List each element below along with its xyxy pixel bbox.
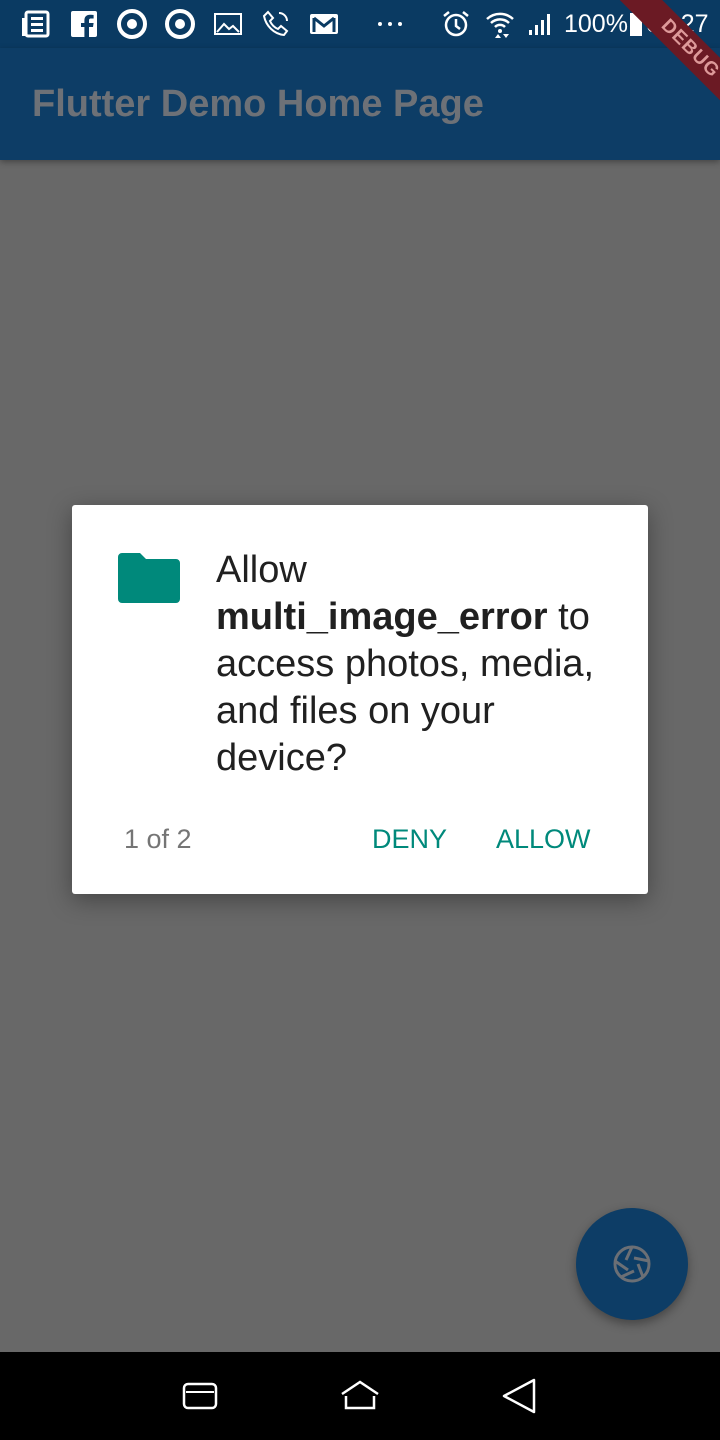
app-name: multi_image_error <box>216 596 548 638</box>
permission-dialog: Allow multi_image_error to access photos,… <box>72 505 648 894</box>
back-icon <box>502 1378 536 1414</box>
battery-percentage: 100% <box>564 10 628 38</box>
camera-fab[interactable] <box>576 1208 688 1320</box>
signal-icon <box>529 14 550 35</box>
camera-shutter-icon <box>613 1245 651 1283</box>
page-title: Flutter Demo Home Page <box>32 83 484 125</box>
back-button[interactable] <box>496 1372 544 1420</box>
news-icon <box>22 10 50 38</box>
dialog-message: Allow multi_image_error to access photos,… <box>216 547 626 782</box>
message-prefix: Allow <box>216 549 307 591</box>
status-bar: 100% 05:27 <box>0 0 720 48</box>
facebook-icon <box>71 11 97 38</box>
app-bar: Flutter Demo Home Page <box>0 48 720 160</box>
gmail-icon <box>310 14 338 34</box>
alarm-icon <box>443 11 469 37</box>
phone-icon <box>262 10 289 37</box>
more-icon <box>378 22 402 26</box>
permission-counter: 1 of 2 <box>124 824 192 854</box>
chrome-icon <box>117 9 147 39</box>
home-button[interactable] <box>336 1372 384 1420</box>
deny-button[interactable]: DENY <box>372 819 447 859</box>
navigation-bar <box>0 1352 720 1440</box>
recents-icon <box>182 1382 218 1410</box>
allow-button[interactable]: ALLOW <box>496 819 591 859</box>
folder-icon <box>118 553 180 603</box>
home-icon <box>341 1380 379 1410</box>
image-icon <box>214 13 242 35</box>
chrome-icon <box>165 9 195 39</box>
wifi-icon <box>486 12 514 38</box>
recents-button[interactable] <box>176 1372 224 1420</box>
